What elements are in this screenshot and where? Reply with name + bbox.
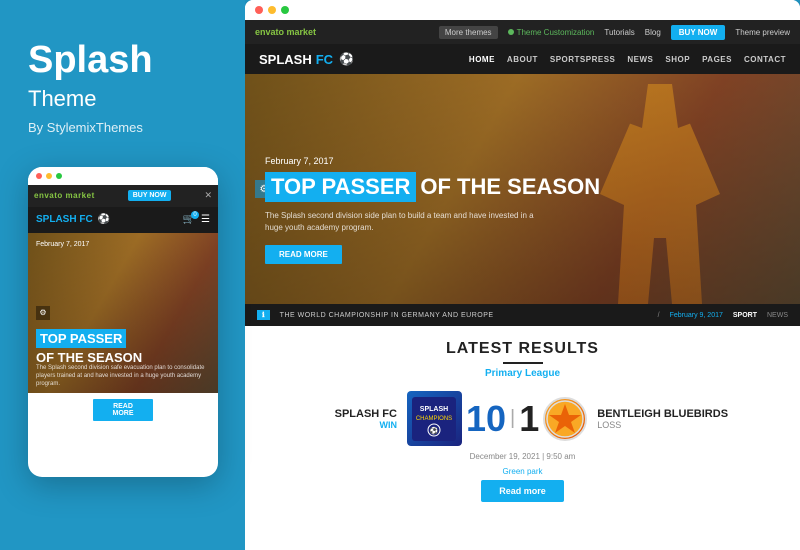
news-bar-date: February 9, 2017 bbox=[670, 312, 723, 319]
score-left: 10 bbox=[466, 401, 506, 437]
team-left-result: WIN bbox=[379, 420, 397, 430]
desktop-top-bar bbox=[245, 0, 800, 20]
theme-subtitle: Theme bbox=[28, 86, 96, 112]
desktop-hero: ⚙ February 7, 2017 TOP PASSER OF THE SEA… bbox=[245, 74, 800, 304]
team-right-result: LOSS bbox=[597, 420, 621, 430]
nav-shop[interactable]: SHOP bbox=[665, 55, 690, 64]
team-badge: SPLASH CHAMPIONS ⚽ bbox=[407, 391, 462, 446]
score-right: 1 bbox=[519, 401, 539, 437]
desktop-bar-right: More themes Theme Customization Tutorial… bbox=[439, 25, 790, 40]
results-title: LATEST RESULTS bbox=[446, 340, 599, 358]
headline-white: OF THE SEASON bbox=[420, 174, 600, 200]
score-box: SPLASH CHAMPIONS ⚽ 10 | 1 bbox=[407, 391, 587, 446]
mobile-dot-red bbox=[36, 173, 42, 179]
team-right-name: BENTLEIGH BLUEBIRDS bbox=[597, 408, 728, 420]
desktop-news-bar: ℹ THE WORLD CHAMPIONSHIP IN GERMANY AND … bbox=[245, 304, 800, 326]
desktop-green-dot bbox=[508, 29, 514, 35]
mobile-cart-badge: 0 bbox=[191, 211, 199, 219]
results-divider bbox=[503, 362, 543, 364]
desktop-dot-yellow bbox=[268, 6, 276, 14]
match-date: December 19, 2021 | 9:50 am bbox=[470, 452, 576, 461]
match-venue: Green park bbox=[502, 467, 542, 476]
desktop-buy-now-btn[interactable]: BUY NOW bbox=[671, 25, 726, 40]
desktop-envato-logo: envato market bbox=[255, 27, 316, 37]
left-panel: Splash Theme By StylemixThemes envato ma… bbox=[0, 0, 245, 550]
nav-contact[interactable]: CONTACT bbox=[744, 55, 786, 64]
team-left-name: SPLASH FC bbox=[335, 408, 397, 420]
mobile-hero-body: The Splash second division safe evacuati… bbox=[36, 365, 210, 388]
results-league: Primary League bbox=[485, 368, 560, 379]
results-read-more-btn[interactable]: Read more bbox=[481, 480, 564, 502]
nav-pages[interactable]: PAGES bbox=[702, 55, 732, 64]
mobile-close-icon[interactable]: ✕ bbox=[204, 190, 212, 201]
mobile-read-more-btn[interactable]: READ MORE bbox=[93, 399, 153, 421]
desktop-hero-headline: TOP PASSER OF THE SEASON bbox=[265, 172, 600, 202]
nav-about[interactable]: ABOUT bbox=[507, 55, 538, 64]
nav-home[interactable]: HOME bbox=[469, 55, 495, 64]
desktop-theme-preview: Theme preview bbox=[735, 28, 790, 37]
desktop-dot-red bbox=[255, 6, 263, 14]
team-right: BENTLEIGH BLUEBIRDS LOSS bbox=[597, 408, 728, 430]
mobile-hero: February 7, 2017 TOP PASSER OF THE SEASO… bbox=[28, 233, 218, 393]
mobile-hamburger-icon[interactable]: ☰ bbox=[201, 214, 210, 225]
team-left: SPLASH FC WIN bbox=[317, 408, 397, 430]
mobile-dot-yellow bbox=[46, 173, 52, 179]
nav-news[interactable]: NEWS bbox=[627, 55, 653, 64]
mobile-hero-date: February 7, 2017 bbox=[36, 241, 89, 248]
desktop-site-nav: SPLASH FC ⚽ HOME ABOUT SPORTSPRESS NEWS … bbox=[245, 44, 800, 74]
mobile-cart-icon[interactable]: 🛒 0 bbox=[183, 214, 195, 225]
mobile-headline-white: OF THE SEASON bbox=[36, 350, 210, 365]
nav-sportspress[interactable]: SPORTSPRESS bbox=[550, 55, 616, 64]
mobile-settings-icon[interactable]: ⚙ bbox=[36, 306, 50, 320]
desktop-dot-green bbox=[281, 6, 289, 14]
desktop-hero-content: February 7, 2017 TOP PASSER OF THE SEASO… bbox=[265, 156, 600, 264]
news-bar-news: NEWS bbox=[767, 312, 788, 319]
theme-by: By StylemixThemes bbox=[28, 120, 143, 135]
theme-title: Splash bbox=[28, 40, 153, 82]
news-bar-flag: ℹ bbox=[257, 310, 270, 320]
team-right-badge bbox=[543, 397, 587, 441]
mobile-nav-icons: 🛒 0 ☰ bbox=[183, 214, 210, 225]
desktop-hero-desc: The Splash second division side plan to … bbox=[265, 210, 545, 234]
desktop-tutorials[interactable]: Tutorials bbox=[604, 28, 634, 37]
desktop-theme-custom[interactable]: Theme Customization bbox=[508, 28, 595, 37]
mobile-dot-green bbox=[56, 173, 62, 179]
news-bar-sport: SPORT bbox=[733, 312, 757, 319]
mobile-buy-now-btn[interactable]: BUY NOW bbox=[128, 190, 172, 201]
svg-text:SPLASH: SPLASH bbox=[420, 406, 448, 413]
mobile-soccer-icon: ⚽ bbox=[98, 214, 110, 225]
mobile-top-bar bbox=[28, 167, 218, 185]
svg-text:⚽: ⚽ bbox=[429, 426, 439, 435]
mobile-nav-bar: SPLASH FC ⚽ 🛒 0 ☰ bbox=[28, 207, 218, 233]
desktop-site-logo: SPLASH FC ⚽ bbox=[259, 52, 354, 67]
desktop-hero-date: February 7, 2017 bbox=[265, 156, 600, 166]
match-row: SPLASH FC WIN SPLASH CHAMPIONS ⚽ 10 | bbox=[255, 391, 790, 446]
desktop-blog[interactable]: Blog bbox=[645, 28, 661, 37]
score-separator: | bbox=[510, 407, 515, 430]
mobile-envato-bar: envato market BUY NOW ✕ bbox=[28, 185, 218, 207]
desktop-more-themes[interactable]: More themes bbox=[439, 26, 498, 39]
mobile-site-logo: SPLASH FC bbox=[36, 214, 93, 225]
news-bar-text: THE WORLD CHAMPIONSHIP IN GERMANY AND EU… bbox=[280, 312, 648, 319]
results-section: LATEST RESULTS Primary League SPLASH FC … bbox=[245, 326, 800, 550]
desktop-nav-links: HOME ABOUT SPORTSPRESS NEWS SHOP PAGES C… bbox=[469, 55, 786, 64]
desktop-read-more-btn[interactable]: READ MORE bbox=[265, 245, 342, 264]
headline-blue: TOP PASSER bbox=[265, 172, 416, 202]
desktop-envato-bar: envato market More themes Theme Customiz… bbox=[245, 20, 800, 44]
desktop-theme-custom-text: Theme Customization bbox=[517, 28, 595, 37]
mobile-envato-logo: envato market bbox=[34, 191, 95, 200]
right-panel: envato market More themes Theme Customiz… bbox=[245, 0, 800, 550]
mobile-hero-headline: TOP PASSER OF THE SEASON bbox=[36, 330, 210, 365]
mobile-mockup: envato market BUY NOW ✕ SPLASH FC ⚽ 🛒 0 … bbox=[28, 167, 218, 477]
svg-text:CHAMPIONS: CHAMPIONS bbox=[416, 416, 452, 422]
mobile-headline-blue: TOP PASSER bbox=[36, 329, 126, 348]
